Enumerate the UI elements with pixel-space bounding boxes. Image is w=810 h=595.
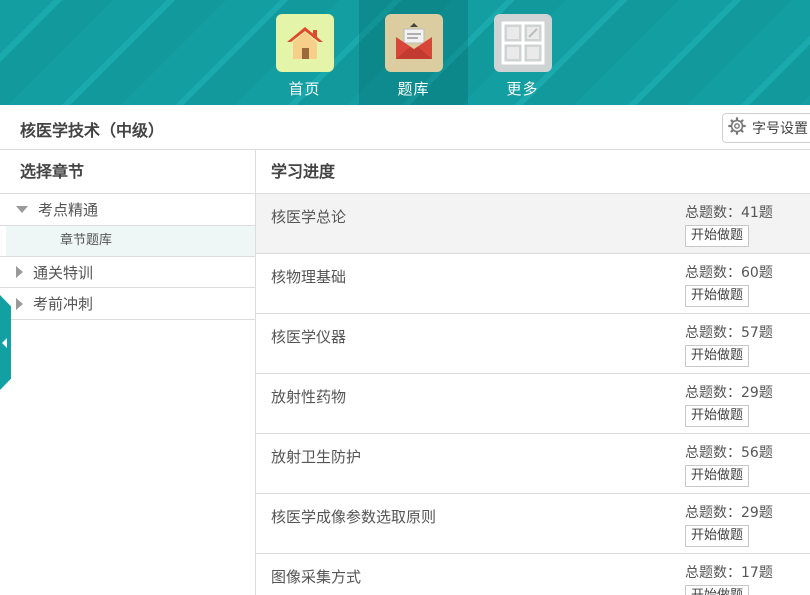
font-size-button[interactable]: 字号设置 [722,113,810,143]
chapter-title: 核医学仪器 [271,328,347,346]
page-title: 核医学技术（中级） [20,121,165,140]
gear-icon [728,117,746,139]
sidebar-heading: 选择章节 [0,150,255,194]
sidebar-item-key-points[interactable]: 考点精通 [0,194,255,226]
nav-question-bank-label: 题库 [397,80,430,98]
question-count: 总题数：17题 [685,565,773,581]
chapter-row: 图像采集方式 总题数：17题 开始做题 [256,554,810,595]
sidebar-collapse-toggle[interactable] [0,295,11,390]
mailbox-icon [384,14,443,72]
question-count: 总题数：29题 [685,385,773,401]
start-practice-button[interactable]: 开始做题 [685,525,749,547]
chevron-right-icon [16,297,23,310]
chapter-title: 核医学总论 [271,208,347,226]
sidebar-item-label: 考点精通 [38,201,99,219]
nav-home-label: 首页 [288,80,321,98]
chapter-title: 核医学成像参数选取原则 [271,508,437,526]
sidebar-item-pass-training[interactable]: 通关特训 [0,256,255,288]
chapter-row: 核物理基础 总题数：60题 开始做题 [256,254,810,314]
sidebar-item-label: 通关特训 [33,263,94,282]
progress-panel: 学习进度 核医学总论 总题数：41题 开始做题 核物理基础 总题数：60题 开始… [256,150,810,595]
nav-question-bank[interactable]: 题库 [359,0,468,105]
start-practice-button[interactable]: 开始做题 [685,285,749,307]
font-size-label: 字号设置 [752,121,808,137]
chevron-down-icon [16,206,28,213]
chapter-row: 核医学仪器 总题数：57题 开始做题 [256,314,810,374]
start-practice-button[interactable]: 开始做题 [685,405,749,427]
chevron-left-icon [2,338,7,348]
home-icon [275,14,334,72]
chapter-row: 放射性药物 总题数：29题 开始做题 [256,374,810,434]
nav-more-label: 更多 [506,80,539,98]
chapter-title: 核物理基础 [271,268,347,286]
sidebar-item-final-sprint[interactable]: 考前冲刺 [0,288,255,320]
chapter-title: 图像采集方式 [271,568,362,586]
chapter-sidebar: 选择章节 考点精通 章节题库 通关特训 考前冲刺 [0,150,256,595]
question-count: 总题数：41题 [685,205,773,221]
question-count: 总题数：57题 [685,325,773,341]
title-bar: 核医学技术（中级） 字号设置 [0,105,810,150]
progress-heading: 学习进度 [256,150,810,194]
question-count: 总题数：29题 [685,505,773,521]
chapter-title: 放射卫生防护 [271,448,362,466]
sidebar-item-label: 考前冲刺 [33,295,94,313]
start-practice-button[interactable]: 开始做题 [685,345,749,367]
nav-home[interactable]: 首页 [250,0,359,105]
question-count: 总题数：56题 [685,445,773,461]
chapter-title: 放射性药物 [271,388,347,406]
sidebar-item-chapter-bank[interactable]: 章节题库 [6,226,255,256]
grid-icon [493,14,552,72]
top-banner: 首页 题库 更多 [0,0,810,105]
main-nav: 首页 题库 更多 [250,0,577,105]
question-count: 总题数：60题 [685,265,773,281]
start-practice-button[interactable]: 开始做题 [685,585,749,595]
start-practice-button[interactable]: 开始做题 [685,465,749,487]
chevron-right-icon [16,266,23,278]
chapter-row: 核医学总论 总题数：41题 开始做题 [256,194,810,254]
chapter-row: 核医学成像参数选取原则 总题数：29题 开始做题 [256,494,810,554]
start-practice-button[interactable]: 开始做题 [685,225,749,247]
chapter-row: 放射卫生防护 总题数：56题 开始做题 [256,434,810,494]
nav-more[interactable]: 更多 [468,0,577,105]
